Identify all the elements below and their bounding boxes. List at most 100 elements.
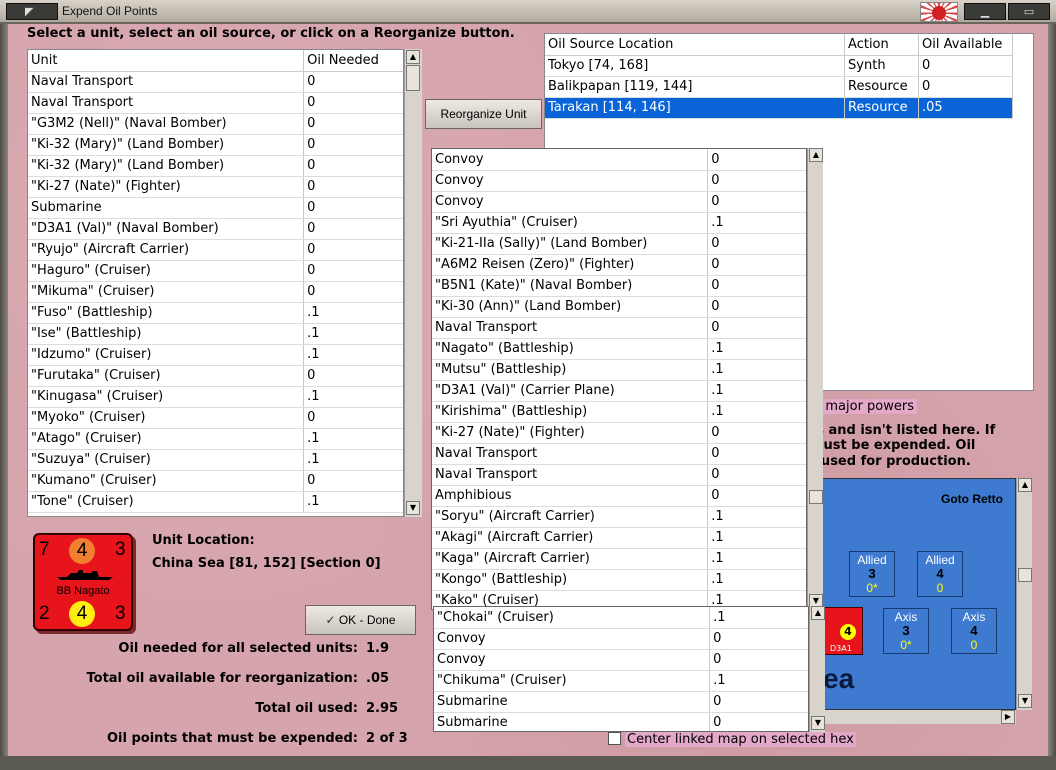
dropdown-row[interactable]: "Sri Ayuthia" (Cruiser) .1 xyxy=(432,212,806,234)
unit-row-cell: Submarine xyxy=(28,197,305,219)
box-subvalue: 0* xyxy=(900,638,912,652)
dropdown-row[interactable]: Convoy 0 xyxy=(432,170,806,192)
linked-map[interactable]: Goto Retto Allied 3 0* Allied 4 0 Axis 3 0* Ax… xyxy=(820,478,1016,710)
unit-row[interactable]: "G3M2 (Nell)" (Naval Bomber) 0 xyxy=(28,113,403,135)
oil-source-row[interactable]: Tarakan [114, 146] Resource .05 xyxy=(545,97,1013,119)
center-map-checkbox[interactable] xyxy=(608,732,621,745)
unit-row[interactable]: "Ki-32 (Mary)" (Land Bomber) 0 xyxy=(28,155,403,177)
map-unit-chip[interactable]: 4 D3A1 xyxy=(823,607,863,655)
units-table-header: Unit Oil Needed xyxy=(28,50,403,72)
dropdown-row[interactable]: "B5N1 (Kate)" (Naval Bomber) 0 xyxy=(432,275,806,297)
dropdown-row-cell: .1 xyxy=(707,380,806,402)
unit-row[interactable]: "Kumano" (Cruiser) 0 xyxy=(28,470,403,492)
unit-row[interactable]: "Kinugasa" (Cruiser) .1 xyxy=(28,386,403,408)
column-header-oil-source-location[interactable]: Oil Source Location xyxy=(545,34,846,56)
dropdown-row[interactable]: Convoy 0 xyxy=(434,649,808,671)
dropdown-row-cell: .1 xyxy=(707,212,806,234)
unit-row-cell: 0 xyxy=(303,407,403,429)
dropdown-secondary-scrollbar[interactable]: ▲ ▼ xyxy=(809,606,825,732)
unit-row[interactable]: "Mikuma" (Cruiser) 0 xyxy=(28,281,403,303)
dropdown-row-cell: 0 xyxy=(707,170,806,192)
map-scrollbar-vertical[interactable]: ▲ ▼ xyxy=(1016,478,1032,710)
unit-row[interactable]: "Haguro" (Cruiser) 0 xyxy=(28,260,403,282)
box-side-label: Allied xyxy=(857,553,887,567)
oil-source-row[interactable]: Tokyo [74, 168] Synth 0 xyxy=(545,55,1013,77)
dropdown-row[interactable]: "D3A1 (Val)" (Carrier Plane) .1 xyxy=(432,380,806,402)
box-value: 4 xyxy=(970,623,978,638)
oil-source-row-cell: Tarakan [114, 146] xyxy=(545,97,846,119)
unit-row[interactable]: "Ki-27 (Nate)" (Fighter) 0 xyxy=(28,176,403,198)
dropdown-scrollbar[interactable]: ▲ ▼ xyxy=(807,148,823,610)
dropdown-row[interactable]: "Chokai" (Cruiser) .1 xyxy=(434,607,808,629)
unit-row[interactable]: "Ise" (Battleship) .1 xyxy=(28,323,403,345)
unit-dropdown-list[interactable]: Convoy 0 Convoy 0 Convoy 0 "Sri Ayuthia" (Crui… xyxy=(431,148,807,610)
scroll-down-arrow-icon[interactable]: ▼ xyxy=(406,501,420,515)
dropdown-row[interactable]: "Soryu" (Aircraft Carrier) .1 xyxy=(432,506,806,528)
map-scrollbar-horizontal[interactable]: ▶ xyxy=(820,710,1016,724)
unit-row[interactable]: Naval Transport 0 xyxy=(28,71,403,93)
column-header-action[interactable]: Action xyxy=(844,34,919,56)
oil-source-row-cell: Synth xyxy=(844,55,919,77)
unit-row[interactable]: Naval Transport 0 xyxy=(28,92,403,114)
dropdown-row[interactable]: Convoy 0 xyxy=(432,191,806,213)
unit-row[interactable]: Submarine 0 xyxy=(28,197,403,219)
dropdown2-scroll-down-icon[interactable]: ▼ xyxy=(811,716,825,730)
column-header-oil-needed[interactable]: Oil Needed xyxy=(303,50,403,72)
dropdown-row[interactable]: "Akagi" (Aircraft Carrier) .1 xyxy=(432,527,806,549)
ok-done-button[interactable]: ✓ OK - Done xyxy=(305,605,416,635)
column-header-unit[interactable]: Unit xyxy=(28,50,305,72)
dropdown-row[interactable]: "Ki-21-IIa (Sally)" (Land Bomber) 0 xyxy=(432,233,806,255)
dropdown-row[interactable]: "Mutsu" (Battleship) .1 xyxy=(432,359,806,381)
dropdown-scroll-up-icon[interactable]: ▲ xyxy=(809,148,823,162)
units-table-scrollbar[interactable]: ▲ ▼ xyxy=(404,49,422,517)
unit-row[interactable]: "Fuso" (Battleship) .1 xyxy=(28,302,403,324)
ok-done-label: OK - Done xyxy=(338,613,396,627)
dropdown-row[interactable]: Naval Transport 0 xyxy=(432,443,806,465)
column-header-oil-available[interactable]: Oil Available xyxy=(918,34,1013,56)
system-menu-button[interactable]: ◤ xyxy=(6,3,58,20)
unit-dropdown-list-secondary[interactable]: "Chokai" (Cruiser) .1 Convoy 0 Convoy 0 "Chiku… xyxy=(433,606,809,732)
unit-row[interactable]: "Tone" (Cruiser) .1 xyxy=(28,491,403,513)
dropdown-row[interactable]: "Ki-30 (Ann)" (Land Bomber) 0 xyxy=(432,296,806,318)
dropdown-row[interactable]: "Kirishima" (Battleship) .1 xyxy=(432,401,806,423)
unit-row-cell: .1 xyxy=(303,344,403,366)
dropdown-row[interactable]: Naval Transport 0 xyxy=(432,464,806,486)
unit-row-cell: "Ki-32 (Mary)" (Land Bomber) xyxy=(28,155,305,177)
scroll-thumb[interactable] xyxy=(406,65,420,91)
unit-row[interactable]: "Idzumo" (Cruiser) .1 xyxy=(28,344,403,366)
oil-source-row[interactable]: Balikpapan [119, 144] Resource 0 xyxy=(545,76,1013,98)
map-scroll-thumb[interactable] xyxy=(1018,568,1032,582)
dropdown-row[interactable]: Naval Transport 0 xyxy=(432,317,806,339)
map-scroll-down-icon[interactable]: ▼ xyxy=(1018,694,1032,708)
dropdown-row[interactable]: Submarine 0 xyxy=(434,691,808,713)
center-map-checkbox-label[interactable]: Center linked map on selected hex xyxy=(625,732,856,747)
scroll-up-arrow-icon[interactable]: ▲ xyxy=(406,50,420,64)
dropdown-row[interactable]: Convoy 0 xyxy=(434,628,808,650)
dropdown-row[interactable]: "Kongo" (Battleship) .1 xyxy=(432,569,806,591)
dropdown-row-cell: Submarine xyxy=(434,691,711,713)
dropdown-row[interactable]: "A6M2 Reisen (Zero)" (Fighter) 0 xyxy=(432,254,806,276)
unit-row[interactable]: "Ryujo" (Aircraft Carrier) 0 xyxy=(28,239,403,261)
dropdown-scroll-thumb[interactable] xyxy=(809,490,823,504)
map-scroll-right-icon[interactable]: ▶ xyxy=(1001,710,1015,724)
dropdown-row[interactable]: "Kaga" (Aircraft Carrier) .1 xyxy=(432,548,806,570)
dropdown-row[interactable]: Convoy 0 xyxy=(432,149,806,171)
dropdown-row[interactable]: "Nagato" (Battleship) .1 xyxy=(432,338,806,360)
unit-row[interactable]: "Furutaka" (Cruiser) 0 xyxy=(28,365,403,387)
dropdown-row-cell: .1 xyxy=(707,338,806,360)
reorganize-unit-button[interactable]: Reorganize Unit xyxy=(425,99,542,129)
unit-row[interactable]: "D3A1 (Val)" (Naval Bomber) 0 xyxy=(28,218,403,240)
dropdown-row-cell: "Chokai" (Cruiser) xyxy=(434,607,711,629)
minimize-button[interactable]: ▁ xyxy=(964,3,1006,20)
dropdown-row[interactable]: Amphibious 0 xyxy=(432,485,806,507)
maximize-button[interactable]: ▭ xyxy=(1008,3,1050,20)
map-scroll-up-icon[interactable]: ▲ xyxy=(1018,478,1032,492)
unit-row[interactable]: "Myoko" (Cruiser) 0 xyxy=(28,407,403,429)
dropdown-row[interactable]: Submarine 0 xyxy=(434,712,808,731)
unit-row[interactable]: "Ki-32 (Mary)" (Land Bomber) 0 xyxy=(28,134,403,156)
dropdown-row[interactable]: "Ki-27 (Nate)" (Fighter) 0 xyxy=(432,422,806,444)
unit-row[interactable]: "Suzuya" (Cruiser) .1 xyxy=(28,449,403,471)
dropdown2-scroll-up-icon[interactable]: ▲ xyxy=(811,606,825,620)
unit-row[interactable]: "Atago" (Cruiser) .1 xyxy=(28,428,403,450)
dropdown-row[interactable]: "Chikuma" (Cruiser) .1 xyxy=(434,670,808,692)
